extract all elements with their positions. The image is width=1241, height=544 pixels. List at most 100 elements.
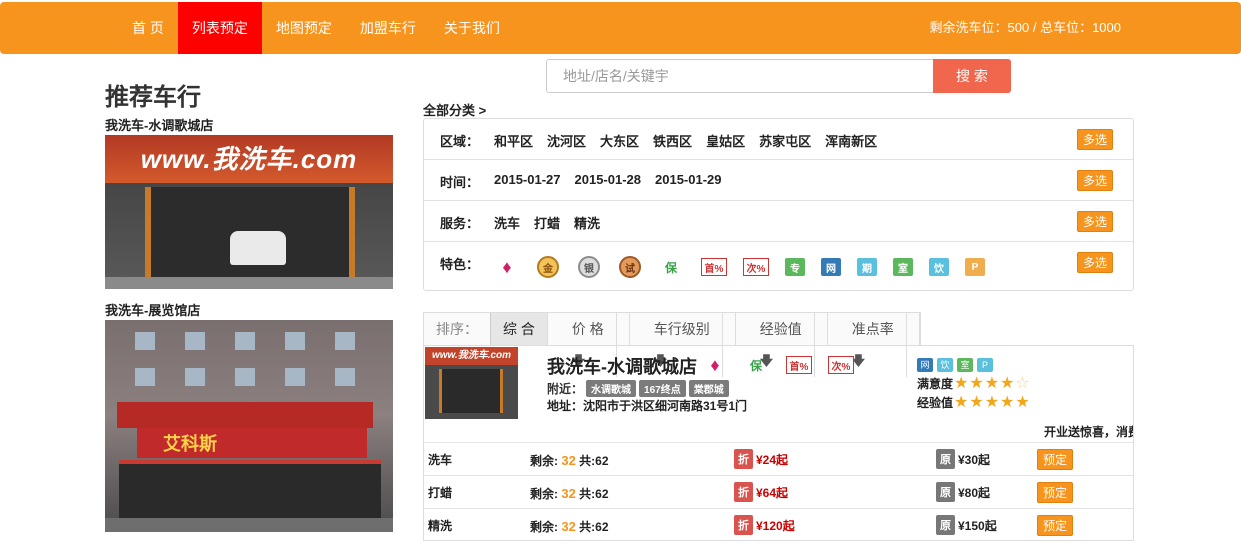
filter-option[interactable]: 铁西区 <box>653 131 692 150</box>
service-name: 打蜡 <box>428 486 453 500</box>
drink-icon[interactable]: 饮 <box>929 258 949 276</box>
remain-count: 32 <box>561 486 576 501</box>
wifi-icon[interactable]: 网 <box>821 258 841 276</box>
filter-option[interactable]: 2015-01-27 <box>494 172 561 187</box>
sort-punctuality-label: 准点率 <box>840 313 907 345</box>
wifi-icon: 网 <box>917 358 933 372</box>
window-graphic <box>335 368 355 386</box>
window-graphic <box>135 332 155 350</box>
recommend-title: 推荐车行 <box>105 84 201 111</box>
satisfaction-rating: 满意度 ★★★★☆ <box>917 373 1031 393</box>
exclusive-icon[interactable]: 专 <box>785 258 805 276</box>
original-price: 原 ¥80起 <box>936 482 990 502</box>
discount-badge: 折 <box>734 449 753 469</box>
sort-bar: 排序： 综 合 价 格 🡇 车行级别 🡇 经验值 🡇 准点率 🡇 <box>423 312 921 377</box>
book-button[interactable]: 预定 <box>1037 449 1074 470</box>
filter-option[interactable]: 和平区 <box>494 131 533 150</box>
star-rating: ★★★★★ <box>954 394 1031 411</box>
filter-option[interactable]: 精洗 <box>574 213 600 232</box>
period-icon[interactable]: 期 <box>857 258 877 276</box>
nearby-tag[interactable]: 水调歌城 <box>586 380 637 397</box>
first-discount-icon[interactable]: 首% <box>701 258 727 276</box>
recommend-card[interactable]: 我洗车-展览馆店 艾科斯 <box>105 302 393 532</box>
all-categories-link[interactable]: 全部分类 > <box>423 100 486 119</box>
ground-graphic <box>105 277 393 289</box>
sort-price-label: 价 格 <box>560 313 617 345</box>
indoor-icon[interactable]: 室 <box>893 258 913 276</box>
sort-punctuality[interactable]: 准点率 🡇 <box>828 313 920 377</box>
nav-map-booking[interactable]: 地图预定 <box>262 2 346 54</box>
filter-option[interactable]: 沈河区 <box>547 131 586 150</box>
discount-price: 折 ¥64起 <box>734 482 788 502</box>
filter-options: 和平区 沈河区 大东区 铁西区 皇姑区 苏家屯区 浑南新区 <box>494 131 891 150</box>
service-name: 洗车 <box>428 453 453 467</box>
diamond-icon: ♦ <box>710 354 720 375</box>
filter-option[interactable]: 2015-01-29 <box>655 172 722 187</box>
store-sign-text: 艾科斯 <box>163 434 217 454</box>
multi-select-button[interactable]: 多选 <box>1077 129 1114 150</box>
nearby-label: 附近： <box>547 382 584 396</box>
multi-select-button[interactable]: 多选 <box>1077 252 1114 273</box>
multi-select-button[interactable]: 多选 <box>1077 211 1114 232</box>
store-thumbnail[interactable]: www.我洗车.com <box>425 347 518 419</box>
discount-price-value: ¥120起 <box>756 518 795 533</box>
filter-option[interactable]: 皇姑区 <box>706 131 745 150</box>
filter-option[interactable]: 洗车 <box>494 213 520 232</box>
nav-join[interactable]: 加盟车行 <box>346 2 430 54</box>
filter-option[interactable]: 2015-01-28 <box>575 172 642 187</box>
store-listing: www.我洗车.com 我洗车-水调歌城店 ♦ 保 首% 次% 附近： 水调歌城… <box>423 345 1134 541</box>
silver-coin-icon[interactable]: 银 <box>578 256 600 278</box>
total-count: 共:62 <box>579 454 609 468</box>
sort-level[interactable]: 车行级别 🡇 <box>630 313 736 377</box>
store-name[interactable]: 我洗车-水调歌城店 <box>547 353 697 379</box>
multi-select-button[interactable]: 多选 <box>1077 170 1114 191</box>
gold-coin-icon[interactable]: 金 <box>537 256 559 278</box>
guarantee-icon[interactable]: 保 <box>660 256 682 278</box>
window-graphic <box>185 368 205 386</box>
nearby-tag[interactable]: 棠郡城 <box>688 380 729 397</box>
original-price-value: ¥30起 <box>958 452 991 467</box>
service-row: 打蜡 剩余: 32 共:62 折 ¥64起 原 ¥80起 预定 <box>424 475 1133 508</box>
store-door-graphic <box>439 369 503 413</box>
search-input[interactable] <box>546 59 934 93</box>
store-banner-graphic <box>117 402 373 428</box>
filter-option[interactable]: 浑南新区 <box>825 131 877 150</box>
top-nav-bar: 首 页 列表预定 地图预定 加盟车行 关于我们 剩余洗车位：500 / 总车位：… <box>0 2 1241 54</box>
nav-home[interactable]: 首 页 <box>118 2 178 54</box>
recommend-store-name[interactable]: 我洗车-展览馆店 <box>105 302 393 320</box>
experience-rating: 经验值 ★★★★★ <box>917 392 1031 412</box>
next-discount-icon[interactable]: 次% <box>743 258 769 276</box>
search-button[interactable]: 搜 索 <box>933 59 1011 93</box>
filter-label: 特色： <box>440 257 480 272</box>
book-button[interactable]: 预定 <box>1037 482 1074 503</box>
first-discount-icon: 首% <box>786 356 812 374</box>
nav-about[interactable]: 关于我们 <box>430 2 514 54</box>
service-remaining: 剩余: 32 共:62 <box>530 452 609 469</box>
store-photo[interactable]: www.我洗车.com <box>105 135 393 289</box>
book-button[interactable]: 预定 <box>1037 515 1074 536</box>
car-graphic <box>230 231 286 265</box>
service-remaining: 剩余: 32 共:62 <box>530 485 609 502</box>
sort-composite[interactable]: 综 合 <box>490 313 548 345</box>
store-photo[interactable]: 艾科斯 <box>105 320 393 532</box>
nav-list-booking[interactable]: 列表预定 <box>177 2 262 54</box>
store-sign: 艾科斯 <box>137 428 367 458</box>
original-price-value: ¥150起 <box>958 518 997 533</box>
remain-label: 剩余: <box>530 454 558 468</box>
promo-text: 开业送惊喜，消费 <box>1044 425 1134 439</box>
filter-option[interactable]: 苏家屯区 <box>759 131 811 150</box>
filter-option[interactable]: 大东区 <box>600 131 639 150</box>
total-count: 共:62 <box>579 520 609 534</box>
sort-price[interactable]: 价 格 🡇 <box>548 313 630 377</box>
recommend-card[interactable]: 我洗车-水调歌城店 www.我洗车.com <box>105 117 393 289</box>
filter-option[interactable]: 打蜡 <box>534 213 560 232</box>
star-rating: ★★★★☆ <box>954 375 1031 392</box>
parking-icon[interactable]: P <box>965 258 985 276</box>
window-graphic <box>285 332 305 350</box>
nearby-tag[interactable]: 167终点 <box>639 380 686 397</box>
bronze-coin-icon[interactable]: 试 <box>619 256 641 278</box>
diamond-icon[interactable]: ♦ <box>496 256 518 278</box>
window-graphic <box>135 368 155 386</box>
recommend-store-name[interactable]: 我洗车-水调歌城店 <box>105 117 393 135</box>
sort-experience[interactable]: 经验值 🡇 <box>736 313 828 377</box>
